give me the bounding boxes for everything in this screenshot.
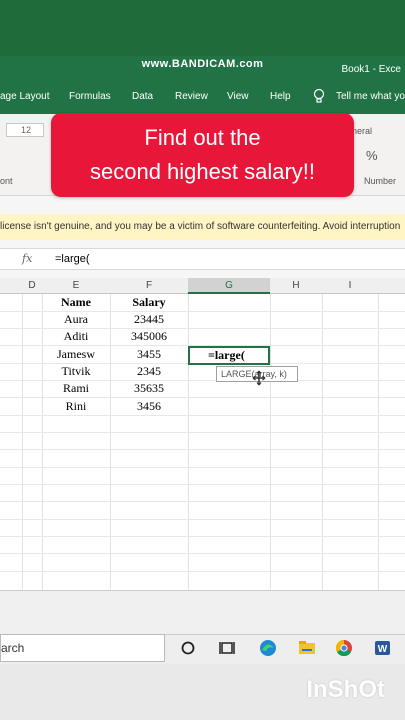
- font-group-label: ont: [0, 176, 13, 186]
- number-format-label: neral: [352, 126, 373, 136]
- cell-name-3[interactable]: Jamesw: [42, 346, 110, 363]
- cell-salary-2[interactable]: 345006: [110, 328, 188, 345]
- active-cell-g[interactable]: =large(: [188, 346, 270, 365]
- task-view-icon[interactable]: [217, 638, 237, 658]
- tab-help[interactable]: Help: [270, 91, 291, 102]
- tell-me-search[interactable]: Tell me what yo: [336, 91, 405, 102]
- banner-line-1: Find out the: [144, 125, 261, 150]
- svg-text:W: W: [378, 644, 388, 655]
- tab-review[interactable]: Review: [175, 91, 208, 102]
- cell-name-6[interactable]: Rini: [42, 398, 110, 415]
- license-warning-bar: license isn't genuine, and you may be a …: [0, 214, 405, 240]
- column-header-f[interactable]: F: [110, 280, 188, 291]
- banner-line-2: second highest salary!!: [89, 159, 316, 184]
- lightbulb-icon: [313, 88, 325, 103]
- cell-salary-6[interactable]: 3456: [110, 398, 188, 415]
- header-salary[interactable]: Salary: [110, 294, 188, 311]
- video-top-band: [0, 0, 405, 60]
- edge-icon[interactable]: [258, 638, 278, 658]
- column-header-row: D E F G H I: [0, 278, 405, 294]
- tab-data[interactable]: Data: [132, 91, 153, 102]
- inshot-watermark: InShOt: [306, 676, 385, 703]
- cell-name-5[interactable]: Rami: [42, 380, 110, 397]
- caption-banner: Find out the second highest salary!!: [51, 113, 354, 197]
- cell-salary-5[interactable]: 35635: [110, 380, 188, 397]
- cell-name-4[interactable]: Titvik: [42, 363, 110, 380]
- font-size-select[interactable]: 12: [6, 123, 44, 137]
- column-header-g[interactable]: G: [188, 278, 270, 294]
- column-header-h[interactable]: H: [270, 280, 322, 291]
- header-name[interactable]: Name: [42, 294, 110, 311]
- word-icon[interactable]: W: [372, 638, 392, 658]
- tab-page-layout[interactable]: age Layout: [0, 91, 50, 102]
- cell-salary-3[interactable]: 3455: [110, 346, 188, 363]
- column-header-e[interactable]: E: [42, 280, 110, 291]
- column-header-d[interactable]: D: [22, 280, 42, 291]
- workbook-title: Book1 - Exce: [341, 64, 401, 75]
- number-group-label: Number: [364, 176, 397, 186]
- percent-button[interactable]: %: [366, 148, 378, 163]
- move-cursor-icon: [252, 370, 266, 386]
- tab-view[interactable]: View: [227, 91, 249, 102]
- fx-icon[interactable]: fx: [22, 252, 32, 265]
- column-header-i[interactable]: I: [322, 280, 378, 291]
- ribbon-tabs: age Layout Formulas Data Review View Hel…: [0, 80, 405, 114]
- chrome-icon[interactable]: [334, 638, 354, 658]
- taskbar-search-input[interactable]: arch: [0, 634, 165, 662]
- cortana-icon[interactable]: [178, 638, 198, 658]
- file-explorer-icon[interactable]: [297, 638, 317, 658]
- tab-formulas[interactable]: Formulas: [69, 91, 111, 102]
- cell-name-1[interactable]: Aura: [42, 311, 110, 328]
- cell-salary-1[interactable]: 23445: [110, 311, 188, 328]
- formula-input[interactable]: =large(: [55, 253, 90, 265]
- cell-name-2[interactable]: Aditi: [42, 328, 110, 345]
- cell-salary-4[interactable]: 2345: [110, 363, 188, 380]
- formula-bar: fx =large(: [0, 248, 405, 270]
- sheet-tabs-area: [0, 590, 405, 634]
